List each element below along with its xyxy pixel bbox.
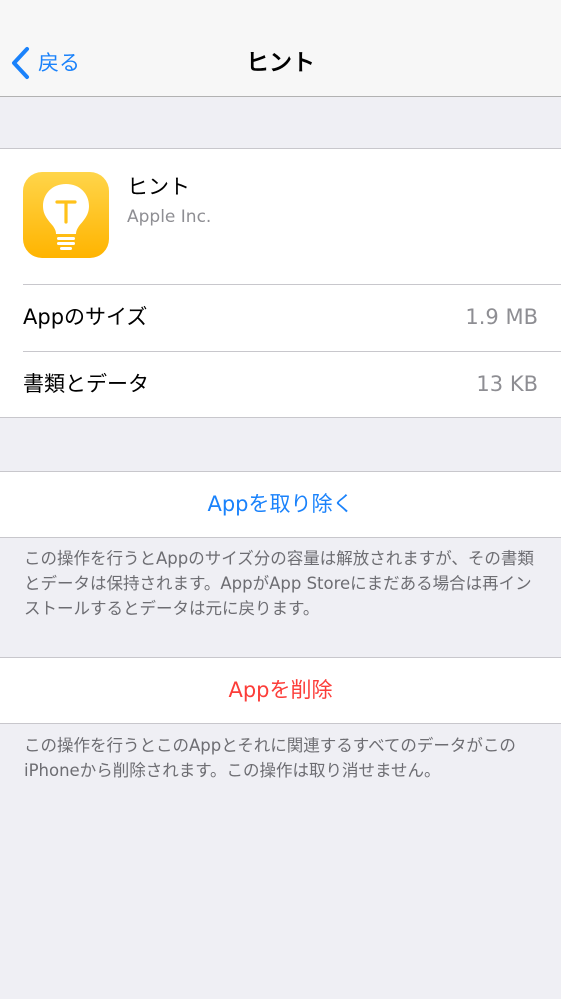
app-size-value: 1.9 MB [465,305,538,329]
app-size-row: Appのサイズ 1.9 MB [0,284,561,351]
app-header: ヒント Apple Inc. [0,149,561,284]
documents-data-value: 13 KB [476,372,538,396]
delete-note: この操作を行うとこのAppとそれに関連するすべてのデータがこのiPhoneから削… [24,736,516,780]
app-info-group: ヒント Apple Inc. Appのサイズ 1.9 MB 書類とデータ 13 … [0,148,561,418]
navigation-bar: 戻る ヒント [0,0,561,97]
app-size-label: Appのサイズ [23,305,148,329]
app-icon [23,172,109,258]
delete-app-button[interactable]: Appを削除 [0,657,561,724]
documents-data-row: 書類とデータ 13 KB [0,351,561,418]
page-title: ヒント [246,50,315,76]
offload-note: この操作を行うとAppのサイズ分の容量は解放されますが、その書類とデータは保持さ… [24,549,534,618]
app-name: ヒント [127,175,190,199]
lightbulb-icon [43,184,89,250]
offload-app-button[interactable]: Appを取り除く [0,471,561,538]
documents-data-label: 書類とデータ [23,372,149,396]
app-developer: Apple Inc. [127,207,212,227]
